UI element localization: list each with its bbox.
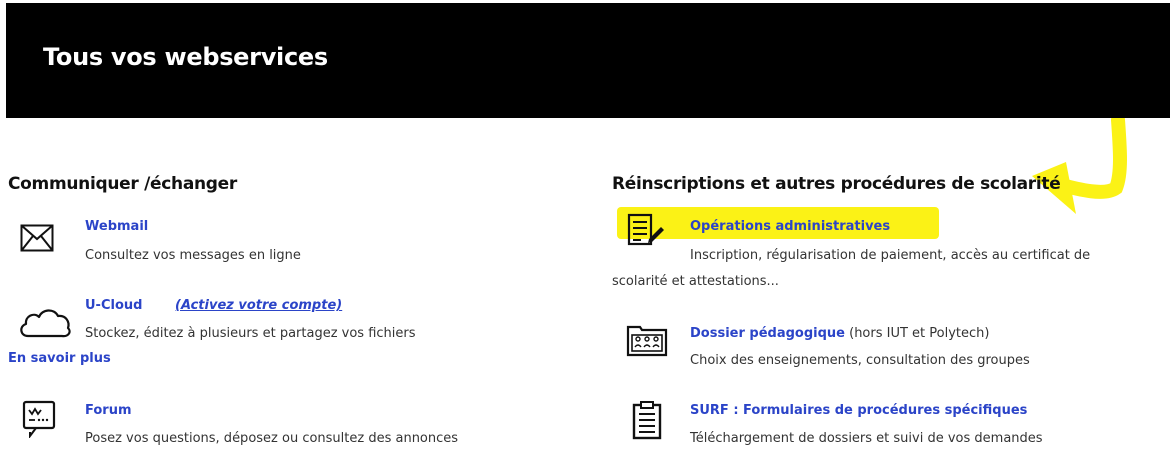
- service-desc-operations-line1: Inscription, régularisation de paiement,…: [690, 248, 1091, 263]
- clipboard-icon: [632, 401, 662, 440]
- en-savoir-plus-link[interactable]: En savoir plus: [8, 351, 111, 366]
- section-title-reinscriptions: Réinscriptions et autres procédures de s…: [612, 174, 1061, 194]
- forum-icon: [22, 400, 56, 438]
- document-edit-icon: [627, 213, 664, 246]
- service-link-operations-administratives[interactable]: Opérations administratives: [690, 219, 890, 234]
- dossier-pedagogique-suffix: (hors IUT et Polytech): [844, 326, 990, 341]
- webservices-page: Tous vos webservices Communiquer /échang…: [0, 0, 1172, 468]
- service-desc-ucloud: Stockez, éditez à plusieurs et partagez …: [85, 326, 416, 341]
- service-link-dossier-pedagogique[interactable]: Dossier pédagogique (hors IUT et Polytec…: [690, 326, 989, 341]
- page-title: Tous vos webservices: [43, 43, 328, 71]
- cloud-icon: [20, 309, 71, 338]
- service-desc-webmail: Consultez vos messages en ligne: [85, 248, 301, 263]
- header-banner: Tous vos webservices: [6, 3, 1170, 118]
- service-link-surf[interactable]: SURF : Formulaires de procédures spécifi…: [690, 403, 1027, 418]
- yellow-arrow-annotation: [1032, 118, 1127, 214]
- classroom-folder-icon: [626, 325, 668, 357]
- service-link-ucloud[interactable]: U-Cloud: [85, 298, 142, 313]
- service-desc-operations-line2: scolarité et attestations...: [612, 274, 779, 289]
- service-desc-dossier-pedagogique: Choix des enseignements, consultation de…: [690, 353, 1030, 368]
- activate-account-link[interactable]: (Activez votre compte): [175, 298, 342, 313]
- service-desc-forum: Posez vos questions, déposez ou consulte…: [85, 431, 459, 446]
- service-link-forum[interactable]: Forum: [85, 403, 132, 418]
- service-link-webmail[interactable]: Webmail: [85, 219, 148, 234]
- dossier-pedagogique-label: Dossier pédagogique: [690, 326, 845, 341]
- section-title-communiquer: Communiquer /échanger: [8, 174, 237, 194]
- service-desc-surf: Téléchargement de dossiers et suivi de v…: [690, 431, 1043, 446]
- envelope-icon: [20, 224, 54, 252]
